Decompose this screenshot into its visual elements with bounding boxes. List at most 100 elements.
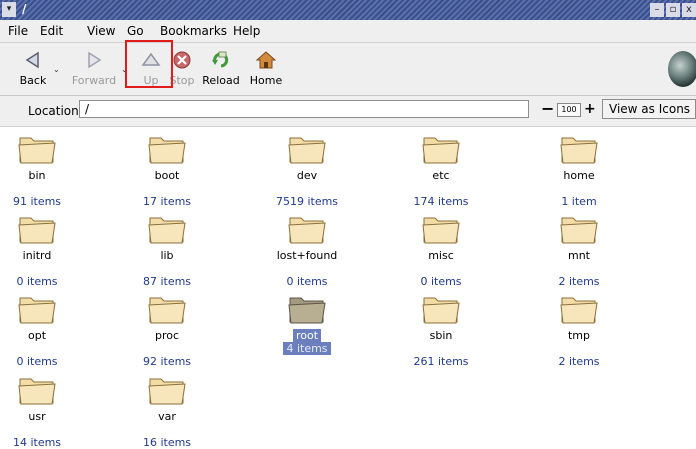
folder-name: sbin [429, 329, 453, 342]
folder-item-count: 0 items [16, 275, 58, 288]
back-history-dropdown[interactable]: ⌄ [53, 65, 60, 74]
folder-item[interactable]: proc 92 items [117, 292, 217, 368]
folder-icon [0, 373, 87, 407]
close-button[interactable]: x [682, 3, 696, 17]
folder-icon [117, 292, 217, 326]
folder-icon [391, 132, 491, 166]
folder-item-count: 87 items [142, 275, 192, 288]
folder-name: var [158, 410, 176, 423]
home-button[interactable]: Home [246, 45, 286, 91]
forward-arrow-icon [83, 50, 105, 70]
folder-icon [117, 132, 217, 166]
folder-item-count: 92 items [142, 355, 192, 368]
menu-go[interactable]: Go [127, 24, 144, 38]
folder-item[interactable]: var 16 items [117, 373, 217, 449]
folder-item[interactable]: sbin 261 items [391, 292, 491, 368]
menu-help[interactable]: Help [233, 24, 260, 38]
folder-icon [0, 212, 87, 246]
folder-item[interactable]: etc 174 items [391, 132, 491, 208]
folder-item[interactable]: misc 0 items [391, 212, 491, 288]
folder-item[interactable]: home 1 item [529, 132, 629, 208]
location-input[interactable]: / [79, 100, 529, 118]
folder-item[interactable]: lost+found 0 items [257, 212, 357, 288]
window-title: / [22, 2, 27, 16]
back-button[interactable]: Back [14, 45, 52, 91]
folder-item[interactable]: dev 7519 items [257, 132, 357, 208]
folder-name: mnt [568, 249, 590, 262]
folder-icon [529, 212, 629, 246]
minimize-button[interactable]: – [650, 3, 664, 17]
folder-item-count: 2 items [558, 355, 600, 368]
folder-item-count: 17 items [142, 195, 192, 208]
folder-name: initrd [22, 249, 52, 262]
home-label: Home [249, 74, 283, 87]
reload-button[interactable]: Reload [200, 45, 242, 91]
zoom-out-button[interactable]: − [541, 100, 554, 118]
folder-icon [257, 132, 357, 166]
folder-item-count: 14 items [12, 436, 62, 449]
folder-item[interactable]: tmp 2 items [529, 292, 629, 368]
throbber-icon [668, 51, 696, 87]
back-label: Back [19, 74, 47, 87]
folder-name: lost+found [276, 249, 338, 262]
menu-bar: File Edit View Go Bookmarks Help [0, 20, 696, 43]
folder-item-count: 16 items [142, 436, 192, 449]
folder-icon [117, 212, 217, 246]
folder-item[interactable]: boot 17 items [117, 132, 217, 208]
folder-icon [529, 292, 629, 326]
folder-icon [117, 373, 217, 407]
folder-item[interactable]: mnt 2 items [529, 212, 629, 288]
folder-name: proc [154, 329, 180, 342]
folder-item-count: 0 items [16, 355, 58, 368]
highlight-box [125, 40, 173, 88]
folder-item-count: 2 items [558, 275, 600, 288]
folder-item[interactable]: usr 14 items [0, 373, 87, 449]
view-as-dropdown[interactable]: View as Icons [602, 99, 696, 119]
folder-item-count: 7519 items [275, 195, 339, 208]
folder-name: etc [432, 169, 450, 182]
reload-icon [210, 50, 232, 70]
window-menu-button[interactable]: ▾ [2, 2, 16, 17]
folder-name: root [292, 329, 322, 342]
menu-edit[interactable]: Edit [40, 24, 63, 38]
maximize-button[interactable]: ▫ [666, 3, 680, 17]
folder-item-count: 0 items [286, 275, 328, 288]
title-bar: ▾ / – ▫ x [0, 0, 696, 20]
folder-icon [0, 132, 87, 166]
folder-name: home [563, 169, 595, 182]
folder-name: misc [428, 249, 454, 262]
folder-item[interactable]: root 4 items [257, 292, 357, 355]
folder-icon [257, 292, 357, 326]
folder-name: dev [296, 169, 318, 182]
folder-item[interactable]: lib 87 items [117, 212, 217, 288]
folder-icon [391, 292, 491, 326]
folder-item-count: 261 items [413, 355, 469, 368]
folder-name: tmp [567, 329, 590, 342]
menu-view[interactable]: View [87, 24, 115, 38]
folder-item[interactable]: opt 0 items [0, 292, 87, 368]
folder-item-count: 0 items [420, 275, 462, 288]
stop-icon [171, 50, 193, 70]
folder-item-count: 91 items [12, 195, 62, 208]
folder-icon [391, 212, 491, 246]
location-label: Location: [28, 104, 83, 118]
location-bar: Location: / − 100 + View as Icons [0, 96, 696, 127]
folder-item[interactable]: initrd 0 items [0, 212, 87, 288]
zoom-in-button[interactable]: + [584, 100, 596, 118]
folder-item-count: 4 items [283, 342, 331, 355]
folder-icon [0, 292, 87, 326]
folder-name: bin [28, 169, 46, 182]
folder-icon [529, 132, 629, 166]
folder-name: opt [27, 329, 47, 342]
folder-item-count: 174 items [413, 195, 469, 208]
folder-name: boot [154, 169, 180, 182]
menu-file[interactable]: File [8, 24, 28, 38]
folder-icon [257, 212, 357, 246]
menu-bookmarks[interactable]: Bookmarks [160, 24, 227, 38]
home-icon [255, 50, 277, 70]
view-as-label: View as Icons [609, 102, 691, 116]
zoom-level[interactable]: 100 [557, 103, 581, 117]
forward-button[interactable]: Forward [70, 45, 118, 91]
back-arrow-icon [22, 50, 44, 70]
folder-item[interactable]: bin 91 items [0, 132, 87, 208]
